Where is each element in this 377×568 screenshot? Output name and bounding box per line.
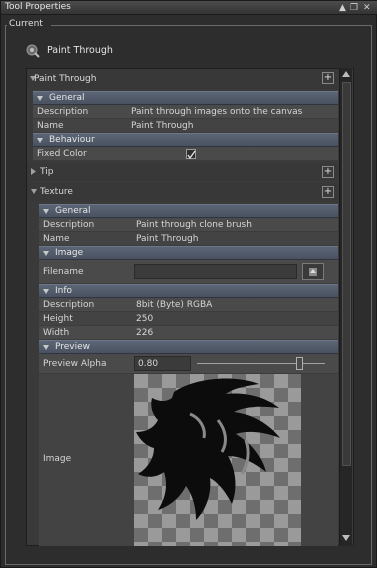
property-value: Paint Through — [131, 121, 194, 131]
property-row: Image — [39, 374, 338, 546]
expand-triangle-icon — [37, 138, 43, 143]
behaviour-header-label: Behaviour — [49, 135, 95, 145]
property-value: 250 — [136, 314, 154, 324]
group-frame-right — [371, 25, 372, 565]
texture-info-header[interactable]: Info — [39, 284, 338, 298]
window-title: Tool Properties — [5, 2, 71, 12]
property-value: Paint Through — [136, 234, 199, 244]
section-tip[interactable]: Tip + — [27, 163, 338, 181]
group-frame-left — [5, 25, 6, 565]
tool-properties-window: Tool Properties ▲ ❐ ✕ Current Paint Thro… — [0, 0, 377, 568]
expand-triangle-icon — [31, 189, 37, 194]
property-value: Paint through images onto the canvas — [131, 107, 303, 117]
expand-triangle-icon — [43, 209, 49, 214]
tip-header-label: Tip — [40, 167, 54, 177]
property-value: 8bit (Byte) RGBA — [136, 300, 213, 310]
texture-preview-header[interactable]: Preview — [39, 340, 338, 354]
property-label: Description — [37, 107, 89, 117]
title-bar[interactable]: Tool Properties ▲ ❐ ✕ — [1, 1, 377, 15]
section-texture[interactable]: Texture + — [27, 183, 338, 201]
collapsed-triangle-icon — [31, 168, 36, 175]
property-row: Height 250 — [39, 312, 338, 326]
property-label: Description — [43, 300, 95, 310]
paint-through-tool-icon — [26, 44, 40, 58]
expand-triangle-icon — [43, 345, 49, 350]
property-row: Name Paint Through — [39, 232, 338, 246]
filename-field[interactable] — [134, 264, 297, 279]
texture-image-header[interactable]: Image — [39, 246, 338, 260]
texture-info-label: Info — [55, 286, 73, 296]
add-button[interactable]: + — [322, 186, 334, 198]
preview-alpha-input[interactable]: 0.80 — [134, 356, 191, 371]
property-row: Preview Alpha 0.80 — [39, 354, 338, 374]
texture-header-label: Texture — [40, 187, 73, 197]
add-button[interactable]: + — [322, 166, 334, 178]
tool-name: Paint Through — [47, 45, 113, 56]
checkmark-icon — [187, 150, 196, 159]
add-button[interactable]: + — [322, 72, 334, 84]
property-label: Filename — [43, 267, 84, 277]
property-label: Name — [43, 234, 70, 244]
texture-image-label: Image — [55, 248, 84, 258]
property-row: Filename — [39, 260, 338, 284]
texture-general-header[interactable]: General — [39, 204, 338, 218]
general-header-label: General — [49, 93, 85, 103]
property-label: Preview Alpha — [43, 359, 107, 369]
property-label: Image — [43, 454, 72, 464]
property-label: Description — [43, 220, 95, 230]
lion-head-graphic — [136, 378, 280, 520]
float-window-icon[interactable]: ❐ — [350, 3, 358, 13]
texture-general-label: General — [55, 206, 91, 216]
behaviour-header[interactable]: Behaviour — [33, 133, 338, 147]
group-frame-bottom — [5, 564, 372, 565]
preview-alpha-value: 0.80 — [138, 359, 159, 369]
property-row: Description Paint through images onto th… — [33, 105, 338, 119]
close-icon[interactable]: ✕ — [363, 3, 371, 13]
scrollbar-thumb[interactable] — [342, 82, 351, 466]
scroll-up-icon[interactable] — [342, 71, 350, 78]
group-label: Current — [7, 19, 45, 29]
property-value: Paint through clone brush — [136, 220, 252, 230]
property-row: Description Paint through clone brush — [39, 218, 338, 232]
property-label: Name — [37, 121, 64, 131]
section-title: Paint Through — [34, 74, 97, 84]
property-row: Name Paint Through — [33, 119, 338, 133]
property-row: Fixed Color — [33, 147, 338, 161]
preview-alpha-slider-track[interactable] — [197, 363, 325, 364]
general-header[interactable]: General — [33, 91, 338, 105]
preview-image — [134, 374, 301, 546]
expand-triangle-icon — [37, 96, 43, 101]
property-label: Fixed Color — [37, 149, 87, 159]
group-frame-top — [51, 25, 371, 26]
property-row: Description 8bit (Byte) RGBA — [39, 298, 338, 312]
scroll-down-icon[interactable] — [342, 535, 350, 542]
vertical-scrollbar[interactable] — [339, 68, 352, 546]
property-label: Height — [43, 314, 73, 324]
property-value: 226 — [136, 328, 154, 338]
collapse-icon[interactable]: ▲ — [339, 3, 346, 13]
expand-triangle-icon — [43, 251, 49, 256]
browse-file-button[interactable] — [302, 263, 324, 280]
load-file-icon — [309, 268, 317, 276]
preview-alpha-slider-handle[interactable] — [296, 357, 304, 370]
property-label: Width — [43, 328, 70, 338]
expand-triangle-icon — [43, 289, 49, 294]
texture-preview-label: Preview — [55, 342, 91, 352]
fixed-color-checkbox[interactable] — [186, 149, 196, 159]
property-row: Width 226 — [39, 326, 338, 340]
section-paint-through[interactable]: Paint Through + — [27, 69, 338, 89]
